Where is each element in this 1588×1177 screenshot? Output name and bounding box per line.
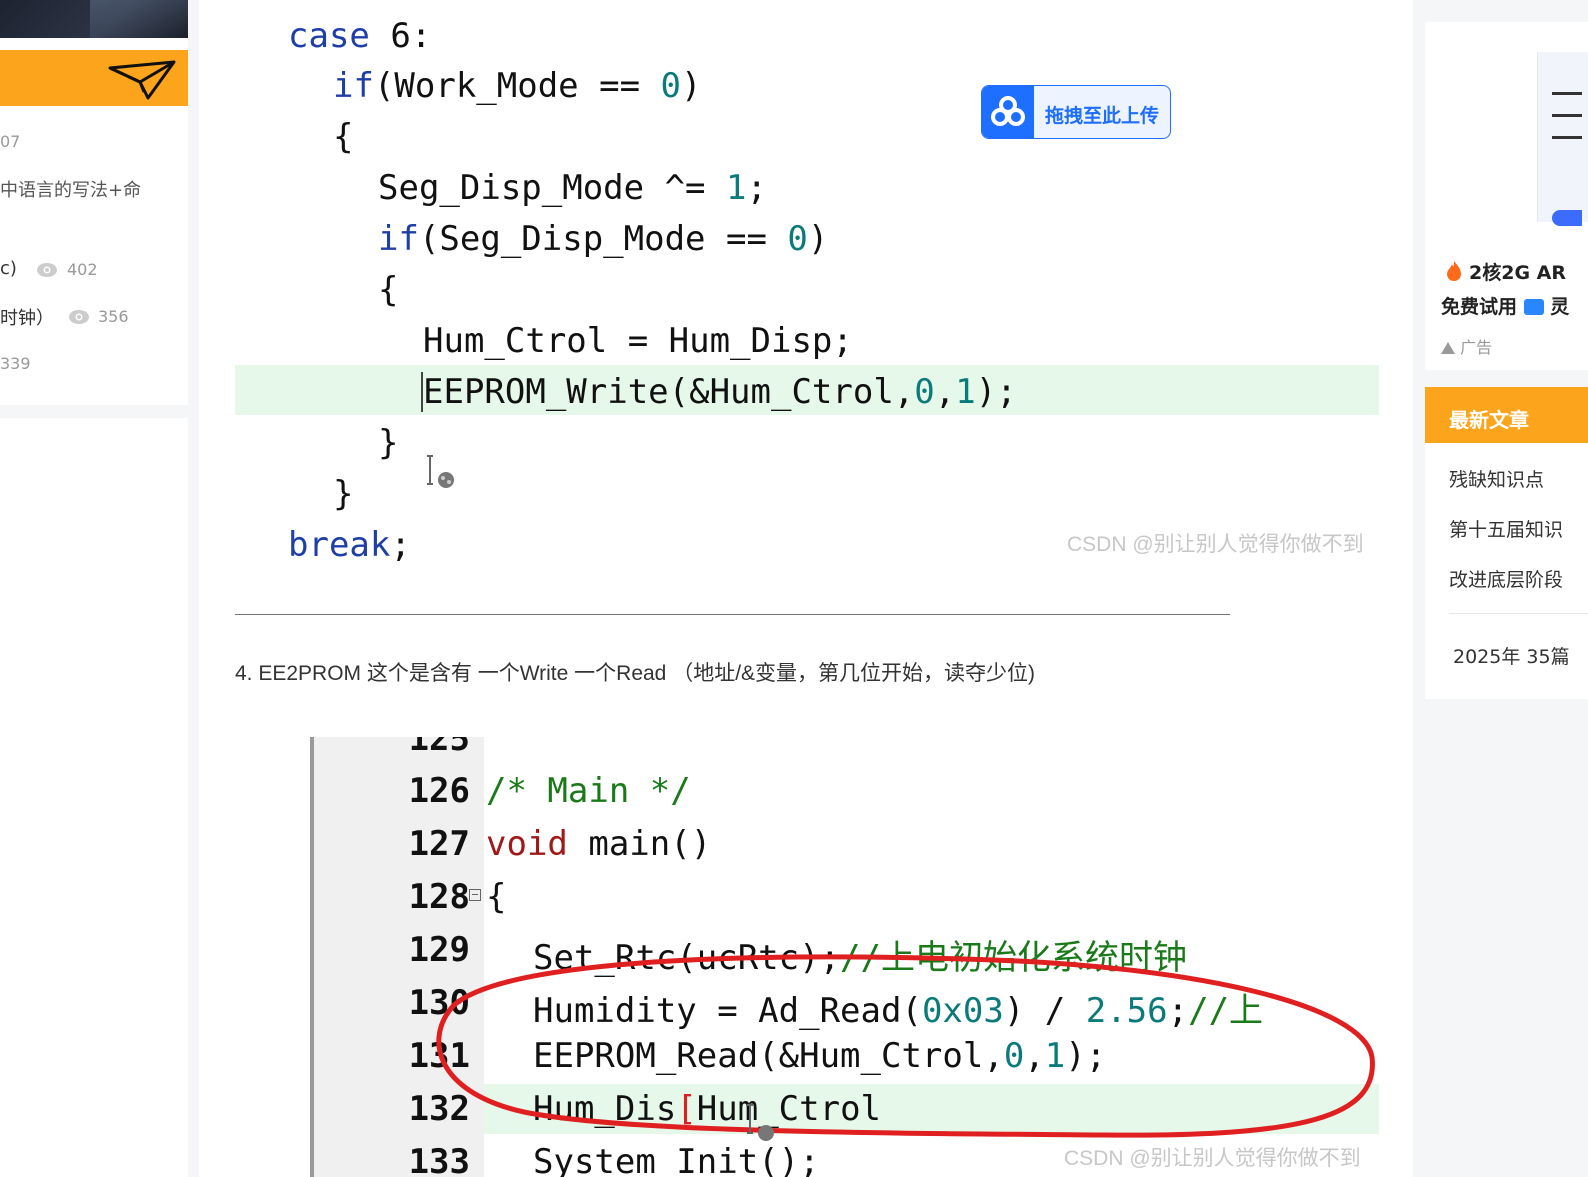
watermark: CSDN @别让别人觉得你做不到	[1067, 533, 1364, 556]
archive-link[interactable]: 2025年 35篇	[1453, 642, 1570, 669]
code-screenshot-1: case 6: if(Work_Mode == 0) { Seg_Disp_Mo…	[235, 0, 1379, 580]
free-badge-icon	[1523, 299, 1544, 315]
cloud-icon	[982, 86, 1034, 138]
code-line: Hum_Ctrol = Hum_Disp;	[423, 321, 853, 361]
follow-banner[interactable]	[0, 50, 188, 106]
recent-article-link[interactable]: 改进底层阶段	[1449, 565, 1563, 592]
code-screenshot-2: 125 126 127 128 129 130 131 132 133 /* M…	[304, 737, 1379, 1177]
ad-title[interactable]: 2核2G AR	[1469, 258, 1566, 285]
upload-button[interactable]: 拖拽至此上传	[981, 85, 1171, 139]
fire-icon	[1447, 261, 1461, 281]
ad-card[interactable]: 2核2G AR 免费试用 灵 广告	[1425, 22, 1588, 370]
eye-icon	[37, 263, 57, 277]
ad-triangle-icon	[1441, 342, 1455, 354]
divider	[235, 614, 1230, 615]
view-count: 339	[0, 354, 31, 373]
code-line: {	[333, 117, 354, 157]
code-line: {	[378, 270, 399, 310]
article-paragraph: 4. EE2PROM 这个是含有 一个Write 一个Read （地址/&变量，…	[235, 662, 1036, 685]
upload-label: 拖拽至此上传	[1045, 105, 1160, 127]
banner-image[interactable]	[0, 0, 188, 38]
sidebar-card	[0, 418, 188, 1177]
code-line: if(Work_Mode == 0)	[333, 66, 702, 106]
author-card: 07 中语言的写法+命 c) 402 时钟） 356 339	[0, 0, 188, 405]
code-line: break;	[288, 525, 411, 565]
recent-article-link[interactable]: 残缺知识点	[1449, 465, 1544, 492]
right-sidebar: 2核2G AR 免费试用 灵 广告 最新文章 残缺知识点 第十五届知识 改进底层…	[1425, 0, 1588, 1177]
code-line: }	[333, 474, 354, 514]
ad-label: 广告	[1441, 334, 1492, 358]
paper-plane-icon	[108, 60, 176, 100]
code-line: case 6:	[288, 16, 432, 56]
recent-articles-title: 最新文章	[1449, 408, 1529, 432]
red-circle-annotation	[436, 954, 1375, 1138]
code-line: if(Seg_Disp_Mode == 0)	[378, 219, 829, 259]
recent-articles-card: 最新文章 残缺知识点 第十五届知识 改进底层阶段 2025年 35篇	[1425, 387, 1588, 699]
code-line: EEPROM_Write(&Hum_Ctrol,0,1);	[423, 372, 1017, 412]
watermark: CSDN @别让别人觉得你做不到	[1064, 1147, 1361, 1170]
ad-image[interactable]	[1537, 52, 1588, 226]
ad-subtitle[interactable]: 免费试用 灵	[1441, 292, 1569, 319]
list-item-title[interactable]: c)	[0, 258, 17, 279]
recent-article-link[interactable]: 第十五届知识	[1449, 515, 1563, 542]
view-count: 356	[98, 307, 129, 326]
text-cursor	[421, 372, 423, 412]
recent-articles-header: 最新文章	[1425, 387, 1588, 443]
code-line: }	[378, 423, 399, 463]
list-item-title[interactable]: 中语言的写法+命	[0, 176, 141, 202]
ibeam-cursor-icon	[427, 455, 454, 488]
list-item-meta: 07	[0, 132, 21, 151]
view-count: 402	[67, 260, 98, 279]
code-line: Seg_Disp_Mode ^= 1;	[378, 168, 767, 208]
left-sidebar: 07 中语言的写法+命 c) 402 时钟） 356 339	[0, 0, 188, 1177]
list-item-title[interactable]: 时钟）	[0, 304, 54, 330]
divider	[1449, 613, 1588, 614]
eye-icon	[69, 310, 89, 324]
ibeam-cursor-icon	[747, 1104, 774, 1141]
article-content: case 6: if(Work_Mode == 0) { Seg_Disp_Mo…	[199, 0, 1413, 1177]
